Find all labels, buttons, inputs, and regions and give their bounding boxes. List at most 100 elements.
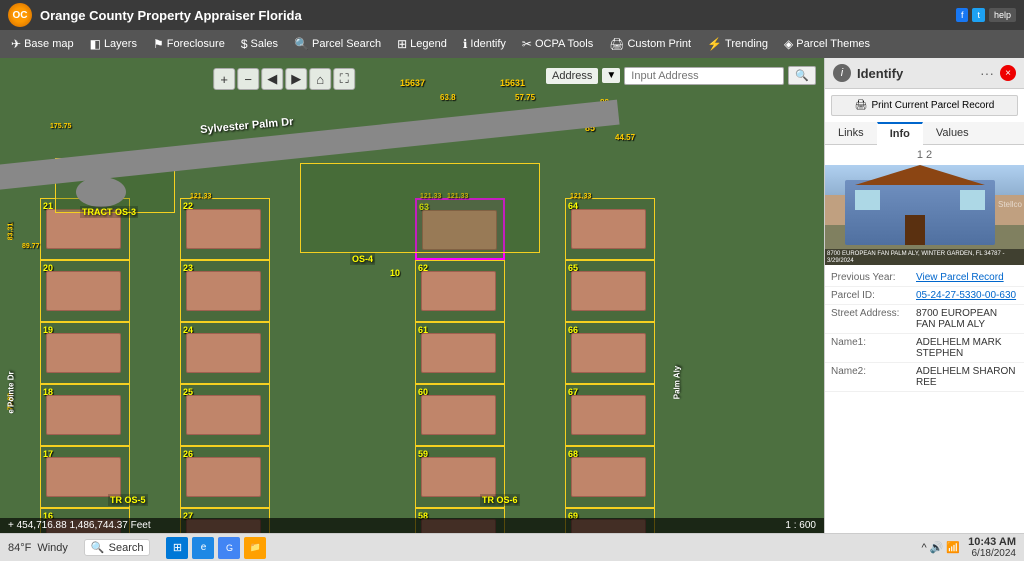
print-icon: 🖨 [855,100,868,111]
label-prev-year: Previous Year: [831,272,916,283]
identify-title: Identify [857,66,903,81]
parcel-22: 22 00220 [180,198,270,260]
num-15631: 15631 [500,78,525,88]
tab-values[interactable]: Values [923,122,982,144]
themes-icon: ◈ [784,37,793,51]
address-label: Address [546,68,598,84]
parcel-62: 62 00510 [415,260,505,322]
parcel-64: 64 00410 [565,198,655,260]
coordinates-display: + 454,716.88 1,486,744.37 Feet [8,520,151,531]
measure-left-top: 83.31 [7,223,14,241]
toolbar-legend[interactable]: ⊞ Legend [390,34,454,54]
num-15637: 15637 [400,78,425,88]
pan-left-btn[interactable]: ◀ [261,68,283,90]
identify-panel: i Identify ··· × 🖨 Print Current Parcel … [824,58,1024,533]
time-display: 10:43 AM [968,536,1016,548]
parcel-19: 19 00710 [40,322,130,384]
identify-title-row: i Identify [833,64,903,82]
map-controls: + − ◀ ▶ ⌂ ⛶ [213,68,355,90]
house-roof [855,165,985,185]
house-bg [845,180,995,245]
page-navigation: 1 2 [825,145,1024,165]
panel-options-btn[interactable]: ··· [980,65,994,81]
value-parcel-id[interactable]: 05-24-27-5330-00-630 [916,290,1018,301]
measure-175: 175.75 [50,123,71,130]
os3-circle [76,177,126,207]
facebook-btn[interactable]: f [956,8,969,22]
num-4457: 44.57 [615,133,635,142]
toolbar-parcel-search[interactable]: 🔍 Parcel Search [287,34,388,54]
search-label: Search [109,542,144,554]
toolbar-basemap[interactable]: ✈ Base map [4,34,81,54]
data-row-prev-year: Previous Year: View Parcel Record [825,269,1024,287]
address-input[interactable] [624,67,784,85]
measure-121b: 121.33 [190,193,211,200]
map-area[interactable]: Sylvester Palm Dr 21 00710 20 00710 19 0… [0,58,824,533]
data-row-parcel-id: Parcel ID: 05-24-27-5330-00-630 [825,287,1024,305]
tab-links[interactable]: Links [825,122,877,144]
tr-os6-label: TR OS-6 [480,494,520,506]
help-btn[interactable]: help [989,8,1016,22]
edge-btn[interactable]: e [192,537,214,559]
identify-close-btn[interactable]: × [1000,65,1016,81]
num-63: 63.8 [440,93,456,102]
address-dropdown[interactable]: ▼ [602,68,620,83]
toolbar-custom-print[interactable]: 🖨 Custom Print [602,34,698,54]
toolbar-layers[interactable]: ◧ Layers [83,34,144,54]
zoom-out-btn[interactable]: − [237,68,259,90]
clock-display: 10:43 AM 6/18/2024 [968,536,1016,559]
label-name2: Name2: [831,366,916,388]
parcel-65: 65 00610 [565,260,655,322]
sales-icon: $ [241,37,248,51]
parcel-23: 23 00240 [180,260,270,322]
tab-info[interactable]: Info [877,122,923,145]
pan-right-btn[interactable]: ▶ [285,68,307,90]
value-name1: ADELHELM MARK STEPHEN [916,337,1018,359]
folder-btn[interactable]: 📁 [244,537,266,559]
toolbar-foreclosure[interactable]: ⚑ Foreclosure [146,34,232,54]
label-street-address: Street Address: [831,308,916,330]
map-content: Sylvester Palm Dr 21 00710 20 00710 19 0… [0,58,824,533]
toolbar-trending[interactable]: ⚡ Trending [700,34,775,54]
parcel-68: 68 00680 [565,446,655,508]
parcel-24: 24 00810 [180,322,270,384]
chrome-btn[interactable]: G [218,537,240,559]
parcel-67: 67 00670 [565,384,655,446]
value-name2: ADELHELM SHARON REE [916,366,1018,388]
toolbar-ocpa-tools[interactable]: ✂ OCPA Tools [515,34,600,54]
toolbar-identify[interactable]: ℹ Identify [456,34,513,54]
parcel-18: 18 00710 [40,384,130,446]
value-prev-year[interactable]: View Parcel Record [916,272,1018,283]
print-record-btn[interactable]: 🖨 Print Current Parcel Record [831,95,1018,116]
extent-btn[interactable]: ⛶ [333,68,355,90]
parcel-20: 20 00710 [40,260,130,322]
taskbar-search[interactable]: 🔍 Search [84,539,151,556]
photo-watermark: Stellco [998,200,1022,209]
measure-89: 89.77 [22,243,40,250]
house-door [905,215,925,245]
date-display: 6/18/2024 [972,548,1017,559]
address-search-btn[interactable]: 🔍 [788,66,816,85]
identify-icon: ℹ [463,37,468,51]
toolbar-parcel-themes[interactable]: ◈ Parcel Themes [777,34,877,54]
scale-display: 1 : 600 [785,520,816,531]
os4-label: OS-4 [350,253,375,265]
condition-display: Windy [37,542,68,554]
palm-aly-label: Palm Aly [672,366,681,400]
social-links: f t help [956,8,1016,22]
toolbar-sales[interactable]: $ Sales [234,34,285,54]
identify-header: i Identify ··· × [825,58,1024,89]
label-name1: Name1: [831,337,916,359]
zoom-in-btn[interactable]: + [213,68,235,90]
home-btn[interactable]: ⌂ [309,68,331,90]
measure-121d: 121.33 [570,193,591,200]
search-icon: 🔍 [91,541,105,554]
main-content: Sylvester Palm Dr 21 00710 20 00710 19 0… [0,58,1024,533]
os4-parcel [300,163,540,253]
num-57: 57.75 [515,93,535,102]
identify-tabs: Links Info Values [825,122,1024,145]
twitter-btn[interactable]: t [972,8,985,22]
windows-btn[interactable]: ⊞ [166,537,188,559]
info-circle-icon: i [833,64,851,82]
address-bar: Address ▼ 🔍 [546,66,816,85]
